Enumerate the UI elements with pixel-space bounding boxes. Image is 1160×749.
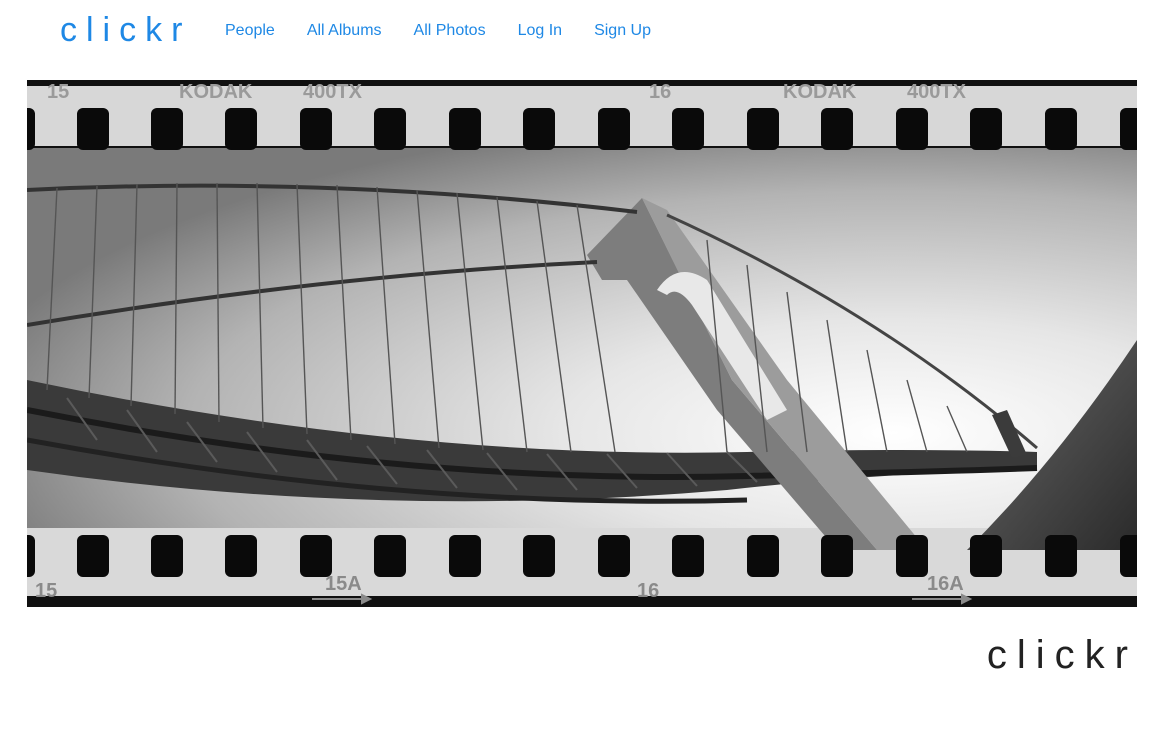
film-frame-number-bottom-16: 16 [637, 580, 659, 602]
nav-all-albums-link[interactable]: All Albums [307, 22, 382, 40]
brand-logo-link[interactable]: clickr [60, 11, 191, 50]
nav-sign-up-link[interactable]: Sign Up [594, 22, 651, 40]
hero-photo: 15 KODAK 400TX 16 KODAK 400TX 15 15A 16 … [27, 80, 1137, 607]
film-frame-number-bottom-15a: 15A [325, 573, 362, 595]
nav-all-photos-link[interactable]: All Photos [414, 22, 486, 40]
footer-brand-logo: clickr [986, 633, 1138, 677]
film-frame-number-top-15: 15 [47, 81, 69, 103]
nav-people-link[interactable]: People [225, 22, 275, 40]
film-frame-number-bottom-15: 15 [35, 580, 57, 602]
film-frame-number-top-16: 16 [649, 81, 671, 103]
nav-log-in-link[interactable]: Log In [518, 22, 562, 40]
film-brand-top-2: KODAK [783, 81, 857, 103]
hero-image-film-strip-bridge: 15 KODAK 400TX 16 KODAK 400TX 15 15A 16 … [27, 80, 1137, 607]
film-brand-top-1: KODAK [179, 81, 253, 103]
film-type-top-2: 400TX [907, 81, 967, 103]
film-type-top-1: 400TX [303, 81, 363, 103]
top-navbar: clickr People All Albums All Photos Log … [0, 0, 1160, 64]
main-nav: People All Albums All Photos Log In Sign… [225, 22, 683, 40]
film-frame-number-bottom-16a: 16A [927, 573, 964, 595]
